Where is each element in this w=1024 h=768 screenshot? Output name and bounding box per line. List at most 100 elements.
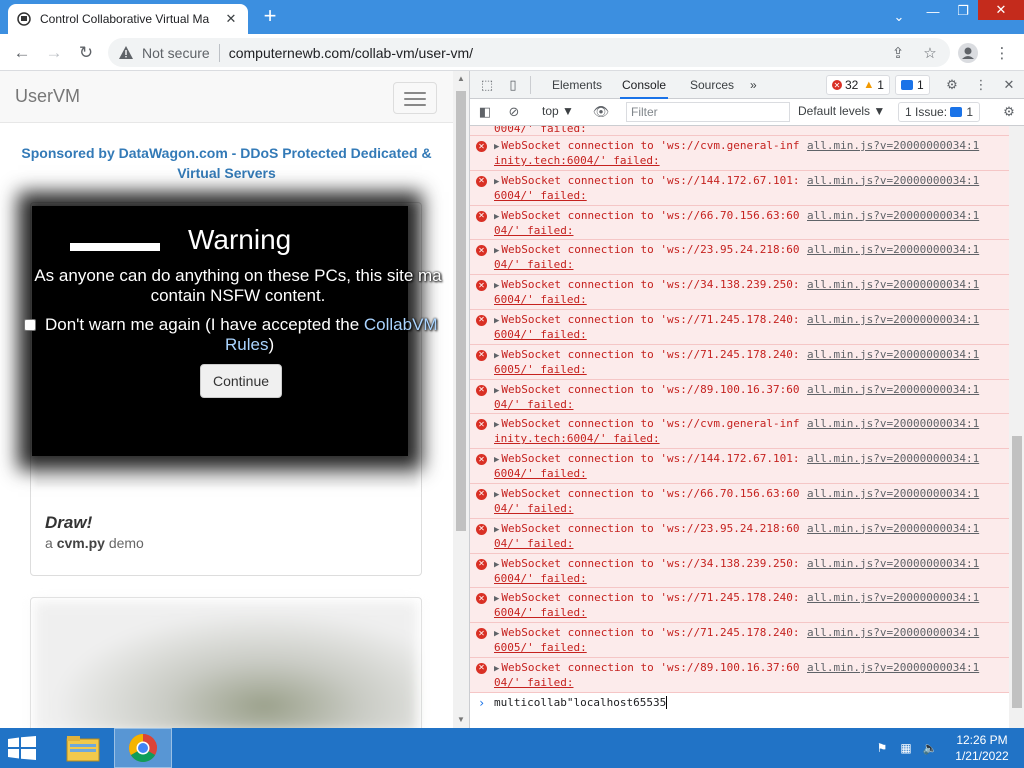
scroll-up-arrow-icon[interactable]: ▲ bbox=[453, 71, 469, 87]
address-bar[interactable]: Not secure computernewb.com/collab-vm/us… bbox=[108, 38, 950, 67]
error-source-link[interactable]: all.min.js?v=20000000034:1 bbox=[807, 139, 979, 153]
error-source-link[interactable]: all.min.js?v=20000000034:1 bbox=[807, 348, 979, 362]
message-counter[interactable]: 1 bbox=[895, 75, 930, 95]
chrome-menu-icon[interactable]: ⋮ bbox=[990, 41, 1014, 65]
dont-warn-label[interactable]: Don't warn me again (I have accepted the… bbox=[45, 315, 465, 355]
sponsor-line-1[interactable]: Sponsored by DataWagon.com - DDoS Protec… bbox=[0, 143, 453, 163]
error-source-link[interactable]: all.min.js?v=20000000034:1 bbox=[807, 626, 979, 640]
tab-sources[interactable]: Sources bbox=[688, 71, 736, 99]
console-error-row[interactable]: ✕ ▶ WebSocket connection to 'ws://144.172.… bbox=[470, 170, 1009, 206]
minimize-window-button[interactable]: — bbox=[918, 0, 948, 22]
console-error-row[interactable]: ✕ ▶ WebSocket connection to 'ws://23.95.24… bbox=[470, 518, 1009, 554]
expand-caret-icon[interactable]: ▶ bbox=[494, 420, 499, 430]
expand-caret-icon[interactable]: ▶ bbox=[494, 351, 499, 361]
console-error-row[interactable]: ✕ ▶ WebSocket connection to 'ws://144.172.… bbox=[470, 449, 1009, 484]
console-prompt[interactable]: › multicollab"localhost65535 bbox=[470, 693, 1009, 713]
share-icon[interactable]: ⇪ bbox=[886, 41, 910, 65]
tab-console[interactable]: Console bbox=[620, 71, 669, 99]
console-error-row[interactable]: ✕ ▶ WebSocket connection to 'ws://23.95.24… bbox=[470, 240, 1009, 276]
bookmark-star-icon[interactable]: ☆ bbox=[918, 41, 942, 65]
warning-triangle-icon[interactable] bbox=[118, 45, 134, 61]
error-source-link[interactable]: all.min.js?v=20000000034:1 bbox=[807, 661, 979, 675]
profile-avatar-icon[interactable] bbox=[956, 41, 980, 65]
expand-caret-icon[interactable]: ▶ bbox=[494, 281, 499, 291]
expand-caret-icon[interactable]: ▶ bbox=[494, 386, 499, 396]
expand-caret-icon[interactable]: ▶ bbox=[494, 455, 499, 465]
page-scroll-thumb[interactable] bbox=[456, 91, 466, 531]
error-source-link[interactable]: all.min.js?v=20000000034:1 bbox=[807, 383, 979, 397]
expand-caret-icon[interactable]: ▶ bbox=[494, 212, 499, 222]
back-arrow-icon[interactable]: ← bbox=[10, 41, 34, 65]
error-source-link[interactable]: all.min.js?v=20000000034:1 bbox=[807, 417, 979, 431]
error-source-link[interactable]: all.min.js?v=20000000034:1 bbox=[807, 313, 979, 327]
chrome-taskbar-icon[interactable] bbox=[114, 728, 172, 768]
expand-caret-icon[interactable]: ▶ bbox=[494, 490, 499, 500]
reload-icon[interactable]: ↻ bbox=[74, 41, 98, 65]
clear-console-icon[interactable]: ⊘ bbox=[505, 103, 523, 121]
close-window-button[interactable]: ✕ bbox=[978, 0, 1024, 20]
site-brand[interactable]: UserVM bbox=[15, 86, 80, 107]
expand-caret-icon[interactable]: ▶ bbox=[494, 664, 499, 674]
console-filter-input[interactable]: Filter bbox=[626, 102, 790, 122]
error-source-link[interactable]: all.min.js?v=20000000034:1 bbox=[807, 487, 979, 501]
console-error-row[interactable]: ✕ ▶ WebSocket connection to 'ws://71.245.1… bbox=[470, 588, 1009, 624]
error-source-link[interactable]: all.min.js?v=20000000034:1 bbox=[807, 452, 979, 466]
collabvm-link[interactable]: CollabVM bbox=[364, 315, 438, 334]
console-error-row[interactable]: ✕ ▶ WebSocket connection to 'ws://66.70.15… bbox=[470, 205, 1009, 241]
error-source-link[interactable]: all.min.js?v=20000000034:1 bbox=[807, 591, 979, 605]
console-output[interactable]: 0004/' failed: ✕ ▶ WebSocket connection to… bbox=[470, 126, 1009, 728]
console-error-row[interactable]: ✕ ▶ WebSocket connection to 'ws://89.100.1… bbox=[470, 379, 1009, 415]
expand-caret-icon[interactable]: ▶ bbox=[494, 177, 499, 187]
console-input[interactable]: multicollab"localhost65535 bbox=[494, 696, 666, 709]
tab-search-icon[interactable]: ⌄ bbox=[884, 6, 914, 28]
volume-muted-icon[interactable]: 🔈 bbox=[921, 740, 939, 756]
action-center-flag-icon[interactable]: ⚑ bbox=[873, 740, 891, 756]
sponsor-link[interactable]: Sponsored by DataWagon.com - DDoS Protec… bbox=[0, 143, 453, 183]
issues-button[interactable]: 1 Issue: 1 bbox=[898, 102, 981, 122]
more-tabs-button[interactable]: » bbox=[748, 71, 759, 99]
console-error-row[interactable]: ✕ ▶ WebSocket connection to 'ws://cvm.gene… bbox=[470, 136, 1009, 171]
error-source-link[interactable]: all.min.js?v=20000000034:1 bbox=[807, 557, 979, 571]
sidebar-toggle-icon[interactable]: ◧ bbox=[476, 103, 494, 121]
device-toolbar-icon[interactable]: ▯ bbox=[504, 76, 522, 94]
console-error-row[interactable]: ✕ ▶ WebSocket connection to 'ws://71.245.1… bbox=[470, 623, 1009, 658]
continue-button[interactable]: Continue bbox=[200, 364, 282, 398]
hamburger-menu-icon[interactable] bbox=[393, 82, 437, 114]
console-scroll-thumb[interactable] bbox=[1012, 436, 1022, 708]
console-error-row[interactable]: ✕ ▶ WebSocket connection to 'ws://71.245.1… bbox=[470, 344, 1009, 380]
page-scrollbar[interactable]: ▲ ▼ bbox=[453, 71, 469, 728]
error-source-link[interactable]: all.min.js?v=20000000034:1 bbox=[807, 209, 979, 223]
close-tab-icon[interactable]: ✕ bbox=[222, 10, 240, 28]
scroll-down-arrow-icon[interactable]: ▼ bbox=[453, 712, 469, 728]
console-error-row[interactable]: ✕ ▶ WebSocket connection to 'ws://34.138.2… bbox=[470, 553, 1009, 589]
console-error-row[interactable]: ✕ ▶ WebSocket connection to 'ws://34.138.2… bbox=[470, 275, 1009, 310]
close-devtools-icon[interactable]: ✕ bbox=[1000, 76, 1018, 94]
sponsor-line-2[interactable]: Virtual Servers bbox=[0, 163, 453, 183]
console-error-row[interactable]: ✕ ▶ WebSocket connection to 'ws://66.70.15… bbox=[470, 483, 1009, 519]
error-source-link[interactable]: all.min.js?v=20000000034:1 bbox=[807, 522, 979, 536]
expand-caret-icon[interactable]: ▶ bbox=[494, 629, 499, 639]
error-source-link[interactable]: all.min.js?v=20000000034:1 bbox=[807, 174, 979, 188]
devtools-menu-icon[interactable]: ⋮ bbox=[972, 76, 990, 94]
console-settings-gear-icon[interactable]: ⚙ bbox=[1000, 103, 1018, 121]
expand-caret-icon[interactable]: ▶ bbox=[494, 316, 499, 326]
start-windows-icon[interactable] bbox=[8, 736, 38, 762]
console-error-row[interactable]: ✕ ▶ WebSocket connection to 'ws://cvm.gene… bbox=[470, 414, 1009, 450]
console-scrollbar[interactable] bbox=[1009, 126, 1024, 728]
restore-window-button[interactable]: ❐ bbox=[948, 0, 978, 22]
error-source-link[interactable]: all.min.js?v=20000000034:1 bbox=[807, 243, 979, 257]
dont-warn-checkbox[interactable] bbox=[24, 319, 36, 331]
new-tab-button[interactable]: + bbox=[258, 5, 282, 29]
forward-arrow-icon[interactable]: → bbox=[42, 41, 66, 65]
expand-caret-icon[interactable]: ▶ bbox=[494, 246, 499, 256]
rules-link[interactable]: Rules bbox=[225, 335, 268, 354]
context-selector[interactable]: top ▼ bbox=[542, 104, 574, 118]
inspect-element-icon[interactable]: ⬚ bbox=[478, 76, 496, 94]
expand-caret-icon[interactable]: ▶ bbox=[494, 525, 499, 535]
tab-elements[interactable]: Elements bbox=[550, 71, 604, 99]
system-clock[interactable]: 12:26 PM 1/21/2022 bbox=[946, 732, 1018, 764]
url-text[interactable]: computernewb.com/collab-vm/user-vm/ bbox=[229, 45, 473, 61]
console-error-row[interactable]: ✕ ▶ WebSocket connection to 'ws://89.100.1… bbox=[470, 657, 1009, 693]
vm-card-2[interactable] bbox=[30, 597, 422, 728]
error-warning-counter[interactable]: ✕ 32 ▲ 1 bbox=[826, 75, 890, 95]
